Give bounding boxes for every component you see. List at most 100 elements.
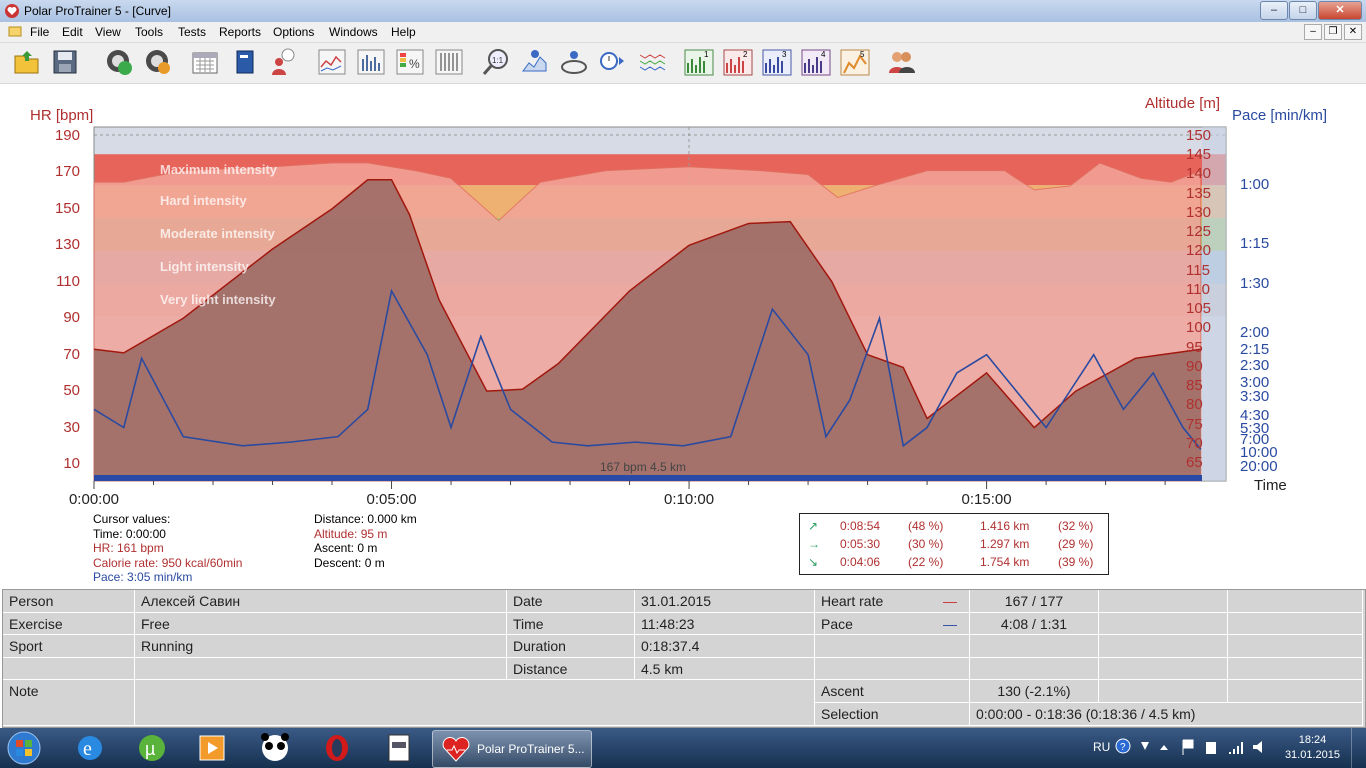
altitude-tick-label: 90 (1186, 357, 1203, 375)
sync-icon[interactable] (104, 47, 134, 77)
zone-label: Maximum intensity (160, 162, 278, 178)
close-button[interactable]: ✕ (1318, 1, 1362, 20)
menu-tests[interactable]: Tests (178, 25, 206, 39)
menu-reports[interactable]: Reports (219, 25, 261, 39)
table-icon[interactable] (434, 47, 464, 77)
altitude-tick-label: 130 (1186, 203, 1212, 221)
menu-help[interactable]: Help (391, 25, 416, 39)
mdi-close-button[interactable]: ✕ (1344, 24, 1362, 40)
zoom-1-1-icon[interactable]: 1:1 (481, 47, 511, 77)
sport-value[interactable]: Running (135, 635, 507, 658)
calendar-icon[interactable] (190, 47, 220, 77)
graph-4-icon[interactable]: 4 (801, 47, 831, 77)
info-chart-icon[interactable] (520, 47, 550, 77)
internet-explorer-icon[interactable]: e (68, 732, 112, 764)
action-center-flag-icon[interactable] (1180, 738, 1196, 756)
summary-row-up: ↗ 0:08:54 (48 %) 1.416 km (32 %) (808, 519, 1094, 533)
document-icon (8, 26, 22, 37)
help-tray-icon[interactable]: ? (1115, 738, 1131, 754)
show-hidden-icons-icon[interactable] (1158, 741, 1170, 753)
svg-text:5: 5 (860, 50, 865, 59)
right-arrow-icon: → (808, 537, 820, 551)
device-tray-icon[interactable] (1203, 738, 1219, 756)
save-icon[interactable] (50, 47, 80, 77)
empty-cell-i (1099, 635, 1228, 658)
document-app-icon[interactable] (377, 732, 421, 764)
distance-bar (94, 475, 1202, 481)
lap-info-icon[interactable] (559, 47, 589, 77)
timer-swap-icon[interactable] (598, 47, 628, 77)
mdi-minimize-button[interactable]: – (1304, 24, 1322, 40)
empty-cell-c (815, 658, 970, 680)
show-desktop-button[interactable] (1351, 728, 1366, 768)
curve-chart-panel: HR [bpm] Altitude [m] Pace [min/km] Maxi… (0, 84, 1366, 587)
settings-gear-icon[interactable] (143, 47, 173, 77)
exercise-value[interactable]: Free (135, 613, 507, 635)
empty-cell-h (1228, 613, 1363, 635)
volume-icon[interactable] (1251, 738, 1269, 756)
down-arrow-icon: ↘ (808, 555, 819, 569)
panda-icon[interactable] (253, 732, 297, 764)
altitude-tick-label: 140 (1186, 165, 1212, 183)
keyboard-tray-icon[interactable] (1139, 740, 1151, 754)
empty-cell-l (1228, 658, 1363, 680)
date-label: Date (507, 590, 635, 613)
altitude-tick-label: 65 (1186, 454, 1203, 471)
pace-tick-label: 2:00 (1240, 324, 1270, 341)
altitude-tick-label: 75 (1186, 415, 1203, 433)
menu-windows[interactable]: Windows (329, 25, 378, 39)
svg-text:2: 2 (743, 50, 748, 59)
multi-line-icon[interactable] (637, 47, 667, 77)
menu-file[interactable]: File (30, 25, 49, 39)
person-idea-icon[interactable] (268, 47, 298, 77)
altitude-tick-label: 115 (1186, 261, 1210, 279)
graph-3-icon[interactable]: 3 (762, 47, 792, 77)
menu-view[interactable]: View (95, 25, 121, 39)
hr-tick-label: 150 (54, 199, 80, 217)
pace-tick-label: 1:30 (1240, 275, 1270, 292)
time-label: Time (507, 613, 635, 635)
toolbar: % 1:1 1 2 3 4 5 (0, 43, 1366, 84)
task-polar-protrainer[interactable]: Polar ProTrainer 5... (432, 730, 592, 768)
person-label: Person (3, 590, 135, 613)
zone-label: Light intensity (160, 258, 249, 274)
summary-row-flat: → 0:05:30 (30 %) 1.297 km (29 %) (808, 537, 1094, 551)
utorrent-icon[interactable]: µ (130, 732, 174, 764)
percent-chart-icon[interactable]: % (395, 47, 425, 77)
menu-edit[interactable]: Edit (62, 25, 83, 39)
altitude-tick-label: 85 (1186, 377, 1203, 395)
distance-value: 4.5 km (635, 658, 815, 680)
bar-chart-icon[interactable] (356, 47, 386, 77)
opera-icon[interactable] (315, 732, 359, 764)
mdi-restore-button[interactable]: ❐ (1324, 24, 1342, 40)
person-value[interactable]: Алексей Савин (135, 590, 507, 613)
menu-tools[interactable]: Tools (135, 25, 163, 39)
start-button-icon[interactable] (4, 730, 44, 766)
empty-cell-m (1099, 680, 1228, 703)
media-player-icon[interactable] (190, 732, 234, 764)
altitude-tick-label: 70 (1186, 434, 1203, 452)
line-chart-icon[interactable] (317, 47, 347, 77)
network-signal-icon[interactable] (1227, 738, 1245, 756)
polar-heart-icon (5, 4, 19, 18)
window-title: Polar ProTrainer 5 - [Curve] (24, 4, 171, 18)
hr-tick-label: 170 (54, 163, 80, 181)
minimize-button[interactable]: – (1260, 1, 1288, 20)
open-folder-icon[interactable] (12, 47, 42, 77)
book-icon[interactable] (230, 47, 260, 77)
svg-text:e: e (83, 738, 92, 760)
users-icon[interactable] (887, 47, 917, 77)
language-indicator[interactable]: RU (1093, 740, 1110, 754)
graph-1-icon[interactable]: 1 (684, 47, 714, 77)
clock[interactable]: 18:24 31.01.2015 (1285, 733, 1340, 763)
maximize-button[interactable]: □ (1289, 1, 1317, 20)
clock-time: 18:24 (1298, 734, 1327, 746)
note-field[interactable] (135, 680, 815, 726)
graph-5-icon[interactable]: 5 (840, 47, 870, 77)
time-axis-label: Time (1254, 477, 1287, 494)
title-bar: Polar ProTrainer 5 - [Curve] – □ ✕ (0, 0, 1366, 23)
empty-cell-d (970, 658, 1099, 680)
graph-2-icon[interactable]: 2 (723, 47, 753, 77)
menu-options[interactable]: Options (273, 25, 314, 39)
pace-tick-label: 2:30 (1240, 357, 1270, 374)
